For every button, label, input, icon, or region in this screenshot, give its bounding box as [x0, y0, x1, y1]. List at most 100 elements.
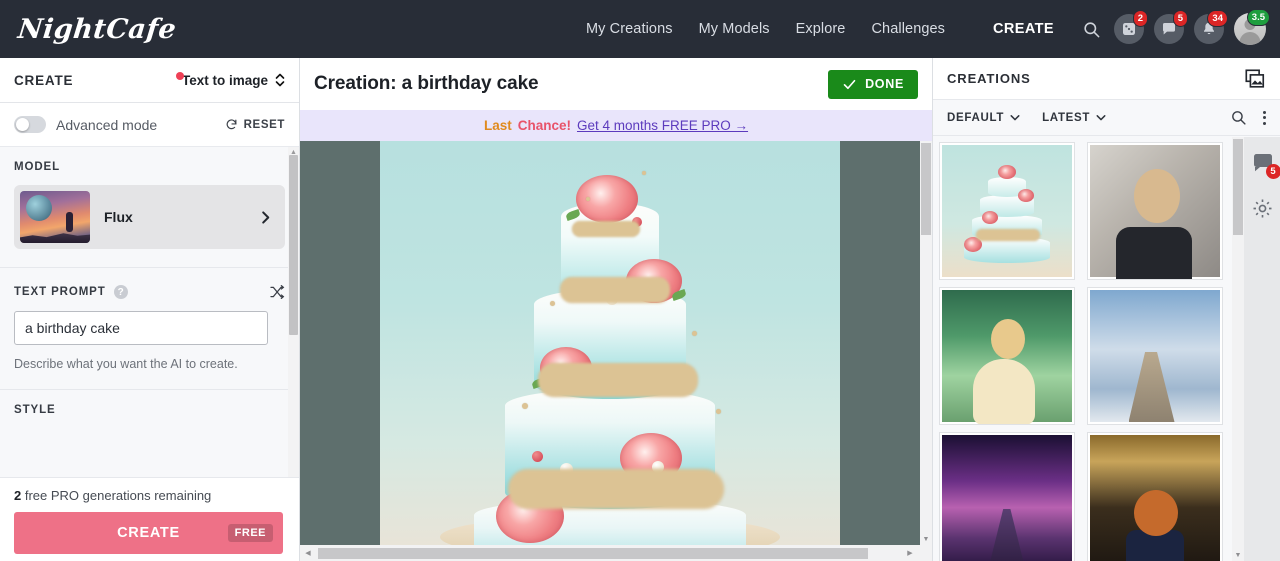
- cake-crumb-speck-6: [642, 171, 646, 175]
- creations-scrollbar[interactable]: ▼: [1232, 137, 1244, 561]
- top-navigation-bar: NightCafe My Creations My Models Explore…: [0, 0, 1280, 58]
- create-button-label: CREATE: [117, 525, 180, 541]
- creations-header: CREATIONS: [933, 58, 1280, 100]
- free-generations-count: 2: [14, 488, 22, 503]
- model-section-label: MODEL: [14, 161, 61, 173]
- app-root: NightCafe My Creations My Models Explore…: [0, 0, 1280, 561]
- filter-sort-dropdown[interactable]: LATEST: [1042, 112, 1106, 124]
- canvas-horizontal-scrollbar[interactable]: ◀ ▶: [300, 545, 932, 561]
- cake-crumb-speck-5: [586, 197, 590, 201]
- check-icon: [842, 77, 857, 92]
- gear-icon[interactable]: [1251, 197, 1274, 220]
- reset-label: RESET: [243, 118, 285, 131]
- promo-part-two: Chance!: [517, 118, 571, 133]
- canvas-hscroll-thumb[interactable]: [318, 547, 868, 559]
- canvas-scroll-left-icon[interactable]: ◀: [300, 545, 316, 561]
- dice-icon[interactable]: 2: [1114, 10, 1148, 44]
- page-title: Creation: a birthday cake: [314, 73, 539, 94]
- creations-scroll-down-icon[interactable]: ▼: [1232, 549, 1244, 561]
- cake-crumb-band-4: [508, 469, 724, 509]
- creation-header: Creation: a birthday cake DONE: [300, 58, 932, 110]
- creation-thumbnail[interactable]: [1086, 287, 1223, 425]
- nightcafe-logo[interactable]: NightCafe: [16, 14, 177, 45]
- creation-canvas[interactable]: [300, 141, 920, 545]
- creation-thumbnail[interactable]: [939, 142, 1075, 280]
- avatar-wrap[interactable]: 3.5: [1234, 9, 1270, 45]
- filter-default-dropdown[interactable]: DEFAULT: [947, 112, 1020, 124]
- text-prompt-value: a birthday cake: [25, 320, 120, 336]
- shuffle-icon[interactable]: [269, 284, 285, 300]
- canvas-vscroll-thumb[interactable]: [921, 143, 931, 235]
- thumb-cake-rose-1: [998, 165, 1016, 179]
- text-prompt-label: TEXT PROMPT: [14, 286, 106, 298]
- scrollbar-thumb[interactable]: [289, 155, 298, 335]
- search-icon[interactable]: [1078, 16, 1104, 42]
- creation-image[interactable]: [380, 141, 840, 545]
- help-icon[interactable]: ?: [113, 285, 128, 299]
- chat-icon[interactable]: 5: [1154, 10, 1188, 44]
- mode-selector-label: Text to image: [181, 72, 268, 88]
- nav-link-challenges[interactable]: Challenges: [871, 21, 945, 37]
- creations-title: CREATIONS: [947, 71, 1031, 86]
- bell-icon[interactable]: 34: [1194, 10, 1228, 44]
- nav-icon-group: 2 5 34 3.5: [1078, 9, 1270, 45]
- done-button-label: DONE: [865, 77, 904, 91]
- credits-badge: 3.5: [1246, 9, 1270, 26]
- nav-links: My Creations My Models Explore Challenge…: [586, 21, 1054, 37]
- search-icon[interactable]: [1230, 109, 1247, 126]
- nav-link-my-models[interactable]: My Models: [699, 21, 770, 37]
- creation-thumbnail-image: [1089, 145, 1220, 279]
- nav-create-button[interactable]: CREATE: [993, 21, 1054, 37]
- gallery-icon[interactable]: [1244, 68, 1266, 90]
- creations-scrollbar-thumb[interactable]: [1233, 139, 1243, 235]
- free-generations-text: 2 free PRO generations remaining: [14, 488, 285, 503]
- done-button[interactable]: DONE: [828, 69, 918, 99]
- main-content: Creation: a birthday cake DONE Last Chan…: [300, 58, 932, 561]
- canvas-scroll-right-icon[interactable]: ▶: [902, 545, 918, 561]
- model-selector-card[interactable]: Flux: [14, 185, 285, 249]
- thumb-cake-rose-3: [982, 211, 998, 224]
- promo-link[interactable]: Get 4 months FREE PRO →: [577, 118, 748, 133]
- model-thumbnail: [20, 191, 90, 243]
- thumb-cake-rose-2: [1018, 189, 1034, 202]
- cake-crumb-band-1: [572, 221, 640, 237]
- creation-thumbnail-image: [1089, 290, 1220, 422]
- creation-thumbnail[interactable]: [939, 432, 1075, 561]
- creation-thumbnail[interactable]: [939, 287, 1075, 425]
- cake-crumb-speck-3: [522, 403, 528, 409]
- creations-toolbar: DEFAULT LATEST: [933, 100, 1280, 136]
- bell-badge: 34: [1207, 10, 1228, 27]
- promo-banner[interactable]: Last Chance! Get 4 months FREE PRO →: [300, 110, 932, 141]
- more-options-icon[interactable]: [1263, 110, 1266, 125]
- create-sidebar: CREATE Text to image Advanced mode RESET…: [0, 58, 300, 561]
- advanced-mode-row: Advanced mode RESET: [0, 103, 299, 147]
- nav-link-my-creations[interactable]: My Creations: [586, 21, 673, 37]
- reset-button[interactable]: RESET: [225, 118, 285, 131]
- chevron-updown-icon: [275, 73, 285, 87]
- model-thumb-figure: [66, 212, 73, 232]
- create-button[interactable]: CREATE FREE: [14, 512, 283, 554]
- create-button-free-pill: FREE: [227, 524, 273, 542]
- refresh-icon: [225, 118, 238, 131]
- chat-icon[interactable]: 5: [1251, 151, 1280, 179]
- creation-thumbnail-image: [1089, 435, 1220, 561]
- text-prompt-input[interactable]: a birthday cake: [14, 311, 268, 345]
- chevron-down-icon: [1010, 114, 1020, 121]
- mode-selector[interactable]: Text to image: [175, 71, 285, 88]
- text-prompt-header: TEXT PROMPT ?: [14, 284, 285, 300]
- cake-crumb-band-2: [560, 277, 670, 303]
- model-section: MODEL Flux: [0, 147, 299, 268]
- advanced-mode-toggle[interactable]: [14, 116, 46, 133]
- canvas-vertical-scrollbar[interactable]: ▼: [920, 141, 932, 545]
- chat-badge: 5: [1172, 10, 1188, 27]
- promo-part-one: Last: [483, 118, 512, 133]
- free-generations-label: free PRO generations remaining: [24, 488, 212, 503]
- nav-link-explore[interactable]: Explore: [796, 21, 846, 37]
- create-sidebar-footer: 2 free PRO generations remaining CREATE …: [0, 477, 299, 561]
- text-prompt-section: TEXT PROMPT ? a birthday cake Describe w…: [0, 268, 299, 390]
- filter-default-label: DEFAULT: [947, 111, 1005, 124]
- creation-thumbnail[interactable]: [1086, 142, 1223, 280]
- cake-crumb-speck-4: [716, 409, 721, 414]
- creation-thumbnail[interactable]: [1086, 432, 1223, 561]
- canvas-scroll-down-icon[interactable]: ▼: [920, 533, 932, 545]
